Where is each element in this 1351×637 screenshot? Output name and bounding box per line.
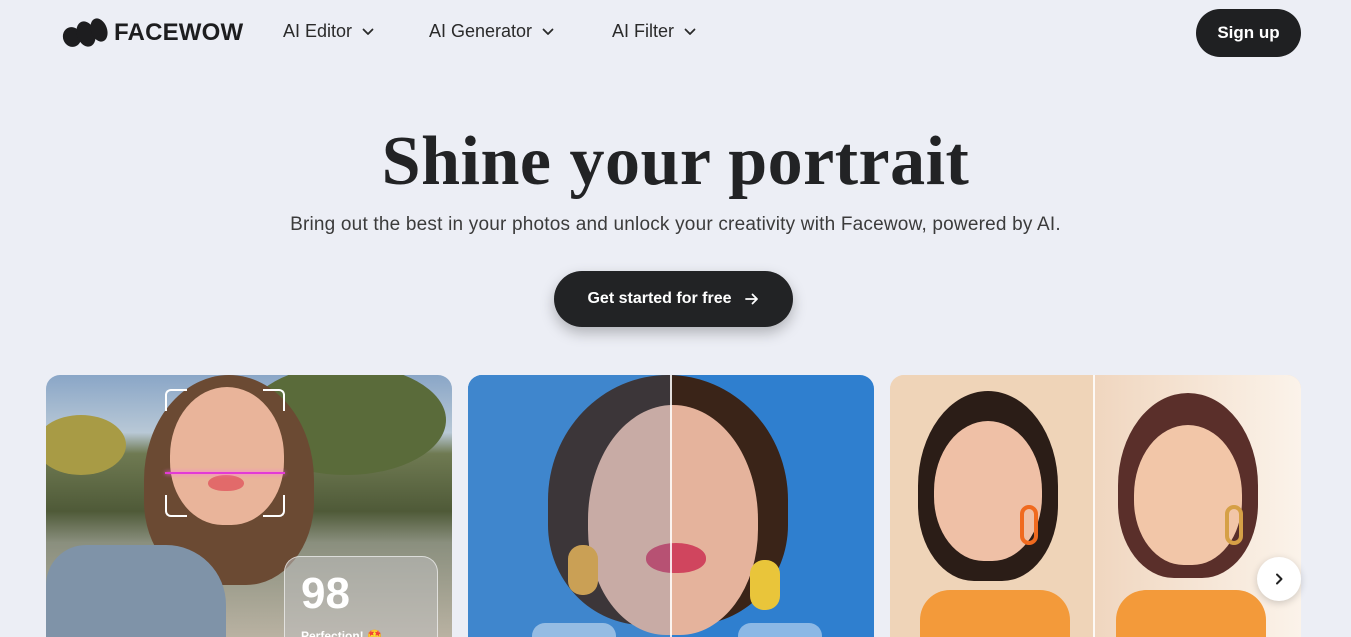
arrow-right-icon: [744, 293, 758, 305]
before-tag: [532, 623, 616, 637]
nav-ai-filter[interactable]: AI Filter: [612, 21, 696, 42]
feature-card-enhance[interactable]: [468, 375, 874, 637]
brand-name: FACEWOW: [114, 19, 244, 46]
nav-ai-editor-label: AI Editor: [283, 21, 353, 41]
scan-frame: [165, 389, 285, 517]
top-navigation: FACEWOW AI Editor AI Generator AI Filter…: [0, 0, 1351, 68]
chevron-down-icon: [542, 28, 554, 35]
nav-ai-filter-label: AI Filter: [612, 21, 675, 41]
hero-title: Shine your portrait: [381, 123, 970, 200]
nav-ai-generator[interactable]: AI Generator: [429, 21, 554, 42]
earring-right: [750, 560, 780, 610]
carousel-next-button[interactable]: [1257, 557, 1301, 601]
chevron-down-icon: [362, 28, 374, 35]
face-score-value: 98: [301, 569, 350, 618]
hero-subtitle: Bring out the best in your photos and un…: [290, 214, 1061, 235]
face-score-card: 98 Perfection! 🤩: [284, 556, 438, 637]
get-started-label: Get started for free: [587, 290, 732, 307]
facewow-logo-icon: [62, 17, 108, 49]
feature-card-face-score[interactable]: 98 Perfection! 🤩: [46, 375, 452, 637]
cartoon-shirt: [1116, 590, 1266, 637]
photo-earring: [1020, 505, 1038, 545]
scan-line: [165, 472, 285, 474]
face-score-label: Perfection! 🤩: [301, 629, 382, 637]
compare-divider[interactable]: [670, 375, 672, 637]
sign-up-button[interactable]: Sign up: [1196, 9, 1301, 57]
nav-ai-generator-label: AI Generator: [429, 21, 533, 41]
chevron-down-icon: [684, 28, 696, 35]
facewow-logo[interactable]: FACEWOW: [62, 17, 243, 49]
blur-overlay: [468, 375, 670, 637]
compare-divider[interactable]: [1093, 375, 1095, 637]
photo-shirt: [920, 590, 1070, 637]
cartoon-earring: [1225, 505, 1243, 545]
after-tag: [738, 623, 822, 637]
denim-jacket: [46, 545, 226, 637]
feature-card-cartoon[interactable]: [890, 375, 1301, 637]
background-tree: [46, 415, 126, 475]
chevron-right-icon: [1276, 573, 1283, 585]
nav-ai-editor[interactable]: AI Editor: [283, 21, 374, 42]
cartoon-face: [1134, 425, 1242, 565]
get-started-button[interactable]: Get started for free: [554, 271, 793, 327]
